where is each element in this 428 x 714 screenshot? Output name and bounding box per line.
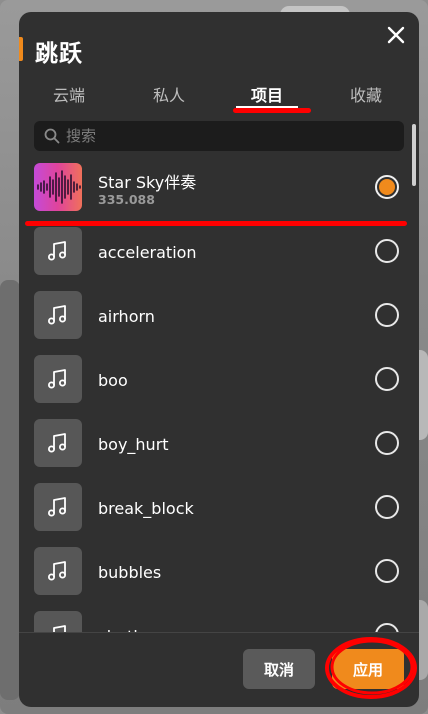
item-thumbnail [34,611,82,632]
item-name: Star Sky伴奏 [98,173,197,192]
radio-button[interactable] [375,431,399,455]
item-thumbnail [34,419,82,467]
search-bar[interactable] [34,121,404,151]
tab-bar: 云端 私人 项目 收藏 [19,82,419,112]
title-accent-bar [19,37,23,61]
cancel-button[interactable]: 取消 [243,649,315,689]
close-icon [387,26,405,44]
list-item[interactable]: boy_hurt [19,414,409,478]
item-thumbnail [34,483,82,531]
waveform-icon [37,170,81,204]
item-thumbnail [34,227,82,275]
item-name: break_block [98,499,194,518]
item-name: bubbles [98,563,162,582]
music-note-icon [48,305,66,325]
item-name: boo [98,371,128,390]
tab-project[interactable]: 项目 [251,82,283,106]
album-art-thumbnail [34,163,82,211]
radio-button[interactable] [375,303,399,327]
background-shape [0,280,20,700]
tab-cloud[interactable]: 云端 [53,82,85,106]
list-scrollbar[interactable] [412,124,416,186]
music-note-icon [48,561,66,581]
item-thumbnail [34,291,82,339]
item-thumbnail [34,355,82,403]
item-name: boy_hurt [98,435,169,454]
list-item[interactable]: chuth [19,606,409,632]
music-note-icon [48,241,66,261]
music-note-icon [48,369,66,389]
list-item[interactable]: break_block [19,478,409,542]
item-name: acceleration [98,243,197,262]
radio-button[interactable] [375,239,399,263]
tab-favorites[interactable]: 收藏 [350,82,382,106]
list-item[interactable]: bubbles [19,542,409,606]
red-annotation-circle [325,637,417,699]
list-item[interactable]: airhorn [19,286,409,350]
list-item[interactable]: acceleration [19,222,409,286]
list-item[interactable]: Star Sky伴奏 335.088 [19,158,409,222]
radio-button[interactable] [375,623,399,632]
close-button[interactable] [387,26,405,44]
search-input[interactable] [66,127,386,145]
sound-list: Star Sky伴奏 335.088 acceleration airhorn … [19,158,419,632]
tab-private[interactable]: 私人 [153,82,185,106]
radio-button[interactable] [375,559,399,583]
radio-selected[interactable] [375,175,399,199]
list-item[interactable]: boo [19,350,409,414]
music-note-icon [48,433,66,453]
dialog-title: 跳跃 [35,41,83,67]
radio-button[interactable] [375,367,399,391]
search-icon [44,128,60,144]
red-annotation-underline [233,108,311,113]
sound-picker-dialog: 跳跃 云端 私人 项目 收藏 搜索 Star Sky伴奏 335.088 acc… [19,12,419,707]
music-note-icon [48,497,66,517]
music-note-icon [53,625,66,632]
item-name: airhorn [98,307,155,326]
radio-button[interactable] [375,495,399,519]
item-subtitle: 335.088 [98,192,155,207]
item-thumbnail [34,547,82,595]
